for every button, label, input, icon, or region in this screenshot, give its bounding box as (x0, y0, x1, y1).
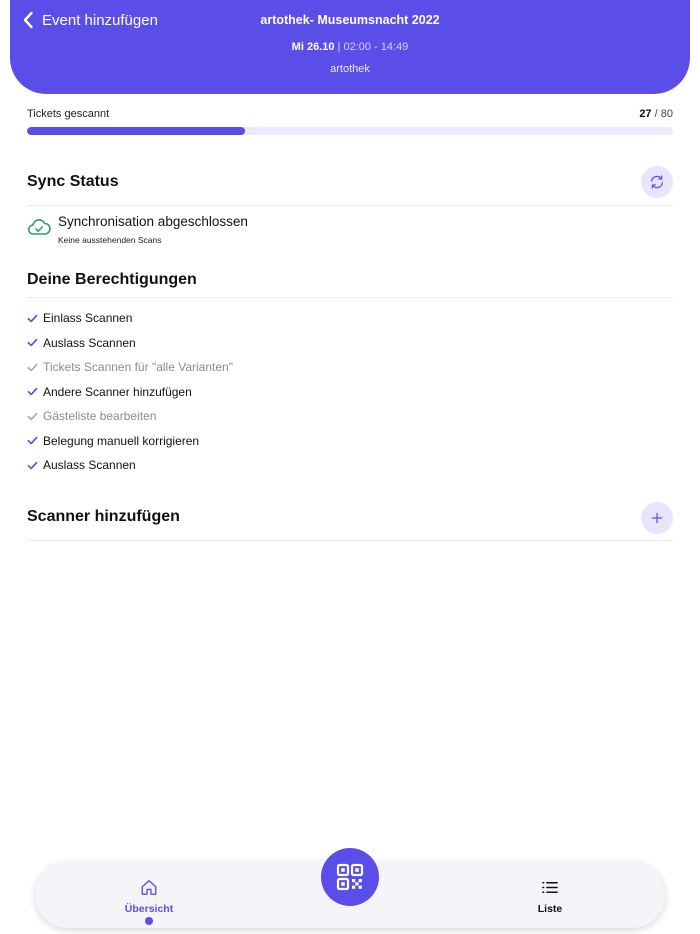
tickets-scanned-label: Tickets gescannt (27, 108, 110, 120)
tab-overview-label: Übersicht (124, 903, 174, 915)
permission-item: Einlass Scannen (27, 306, 673, 331)
tickets-progress-fill (27, 127, 246, 135)
tab-list-label: Liste (537, 903, 563, 915)
home-icon (141, 880, 157, 895)
add-scanner-divider (27, 540, 673, 541)
permission-label: Auslass Scannen (43, 335, 136, 350)
refresh-icon (651, 175, 663, 189)
check-icon (27, 461, 38, 470)
date-time-separator: | (337, 41, 341, 53)
event-title: artothek- Museumsnacht 2022 (260, 13, 440, 27)
sync-status-text: Synchronisation abgeschlossen (58, 214, 248, 229)
event-venue: artothek (330, 63, 370, 75)
tickets-progress-bar (27, 127, 673, 135)
active-tab-indicator (145, 917, 153, 925)
add-scanner-title: Scanner hinzufügen (27, 508, 180, 525)
permission-item: Tickets Scannen für "alle Varianten" (27, 355, 673, 380)
sync-divider (27, 205, 673, 206)
permission-item: Auslass Scannen (27, 331, 673, 356)
tab-list[interactable]: Liste (490, 862, 610, 928)
event-header: Event hinzufügen artothek- Museumsnacht … (10, 0, 690, 94)
permission-label: Einlass Scannen (43, 311, 133, 326)
check-icon (27, 363, 38, 372)
check-icon (27, 314, 38, 323)
permission-label: Auslass Scannen (43, 458, 136, 473)
plus-icon (651, 512, 663, 524)
tickets-scanned-count: 27 / 80 (639, 108, 673, 120)
list-icon (542, 882, 558, 893)
sync-status-title: Sync Status (27, 173, 119, 190)
event-date-time: Mi 26.10 | 02:00 - 14:49 (10, 41, 690, 53)
permission-item: Belegung manuell korrigieren (27, 429, 673, 454)
qr-code-icon (336, 863, 364, 891)
permissions-title: Deine Berechtigungen (27, 271, 197, 288)
tickets-count-separator: / (654, 108, 658, 120)
check-icon (27, 412, 38, 421)
permission-label: Belegung manuell korrigieren (43, 433, 200, 448)
check-icon (27, 436, 38, 445)
event-time: 02:00 - 14:49 (343, 41, 409, 53)
check-icon (27, 338, 38, 347)
sync-status-detail: Keine ausstehenden Scans (58, 235, 162, 245)
permission-item: Gästeliste bearbeiten (27, 404, 673, 429)
sync-refresh-button[interactable] (641, 166, 673, 198)
permissions-list: Einlass Scannen Auslass Scannen Tickets Sc… (27, 306, 673, 478)
tickets-scanned-value: 27 (639, 108, 652, 120)
cloud-check-icon (27, 219, 51, 235)
scan-qr-button[interactable] (321, 848, 379, 906)
event-date: Mi 26.10 (291, 41, 335, 53)
add-scanner-button[interactable] (641, 502, 673, 534)
permission-item: Auslass Scannen (27, 453, 673, 478)
check-icon (27, 387, 38, 396)
permission-label: Tickets Scannen für "alle Varianten" (43, 360, 233, 375)
permission-label: Gästeliste bearbeiten (43, 409, 157, 424)
tickets-total-value: 80 (660, 108, 673, 120)
tab-overview[interactable]: Übersicht (89, 862, 209, 928)
permissions-divider (27, 297, 673, 298)
permission-item: Andere Scanner hinzufügen (27, 380, 673, 405)
permission-label: Andere Scanner hinzufügen (43, 384, 192, 399)
